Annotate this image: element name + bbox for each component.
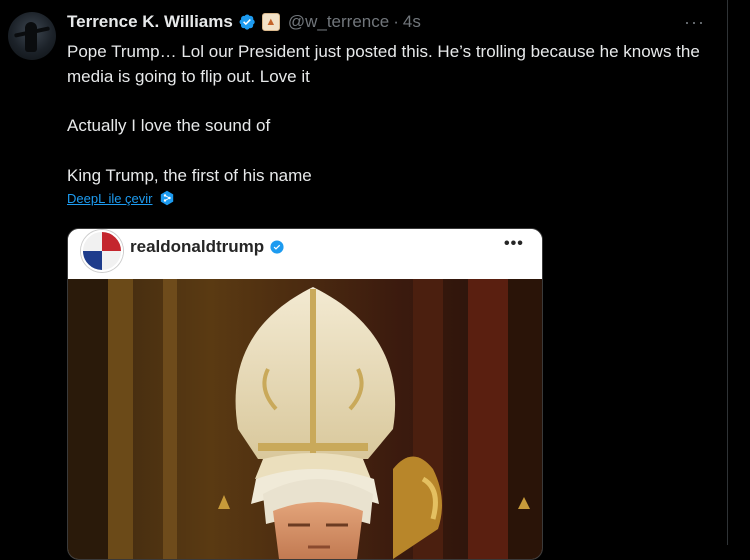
cat-emoji-icon: ▲ (261, 13, 280, 31)
verified-badge-icon (270, 240, 284, 254)
header-separator: · (393, 12, 399, 31)
embedded-username[interactable]: realdonaldtrump (130, 237, 264, 257)
tweet-more-icon[interactable]: ··· (684, 12, 705, 33)
author-handle[interactable]: @w_terrence (288, 12, 389, 32)
translate-label[interactable]: DeepL ile çevir (67, 191, 153, 206)
embedded-post-image[interactable] (68, 279, 542, 559)
embedded-post-card[interactable]: realdonaldtrump ••• (67, 228, 543, 560)
embedded-avatar[interactable] (81, 230, 123, 272)
tweet-timestamp[interactable]: 4s (403, 12, 421, 32)
author-name[interactable]: Terrence K. Williams (67, 12, 233, 32)
timeline-divider (727, 0, 728, 545)
embedded-post-header: realdonaldtrump ••• (68, 229, 542, 279)
deepl-icon[interactable] (159, 190, 175, 206)
tweet-text: Pope Trump… Lol our President just poste… (67, 40, 707, 188)
embedded-username-row: realdonaldtrump (130, 237, 284, 257)
author-avatar[interactable] (8, 12, 56, 60)
avatar-figure (25, 22, 37, 52)
embedded-more-icon[interactable]: ••• (504, 235, 524, 253)
tweet-text-line: Actually I love the sound of (67, 116, 271, 135)
tweet-text-line: Pope Trump… Lol our President just poste… (67, 42, 700, 86)
tweet-text-line: King Trump, the first of his name (67, 165, 312, 185)
translate-link[interactable]: DeepL ile çevir (67, 190, 175, 206)
tweet-header: Terrence K. Williams ▲ @w_terrence · 4s (67, 10, 421, 34)
verified-badge-icon[interactable] (238, 13, 256, 31)
